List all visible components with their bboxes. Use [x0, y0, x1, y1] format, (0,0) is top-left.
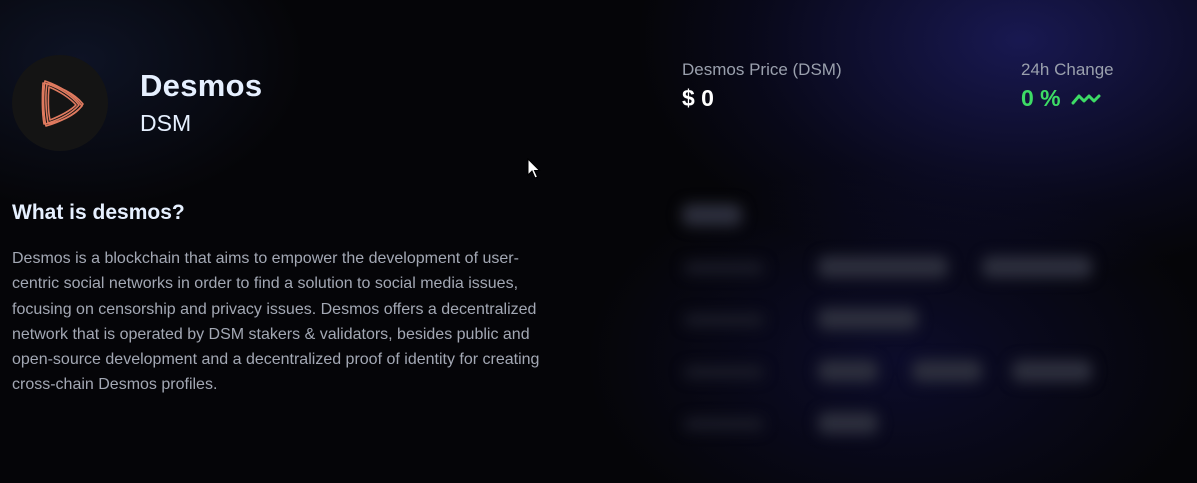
coin-symbol: DSM — [140, 110, 192, 136]
trend-up-icon — [1071, 94, 1101, 104]
mouse-cursor-icon — [527, 158, 541, 179]
price-value: $ 0 — [682, 85, 714, 111]
change-value: 0 % — [1021, 85, 1061, 111]
coin-name: Desmos — [140, 68, 263, 103]
desmos-logo — [12, 55, 108, 151]
blurred-info-panel — [660, 170, 1130, 460]
change-display: 0 % — [1021, 85, 1101, 112]
price-label: Desmos Price (DSM) — [682, 60, 842, 79]
change-label: 24h Change — [1021, 60, 1114, 79]
about-title: What is desmos? — [12, 201, 185, 224]
desmos-logo-icon — [41, 80, 84, 127]
about-description: Desmos is a blockchain that aims to empo… — [12, 250, 540, 394]
coin-overview-page: Desmos DSM Desmos Price (DSM) $ 0 24h Ch… — [0, 0, 1197, 483]
